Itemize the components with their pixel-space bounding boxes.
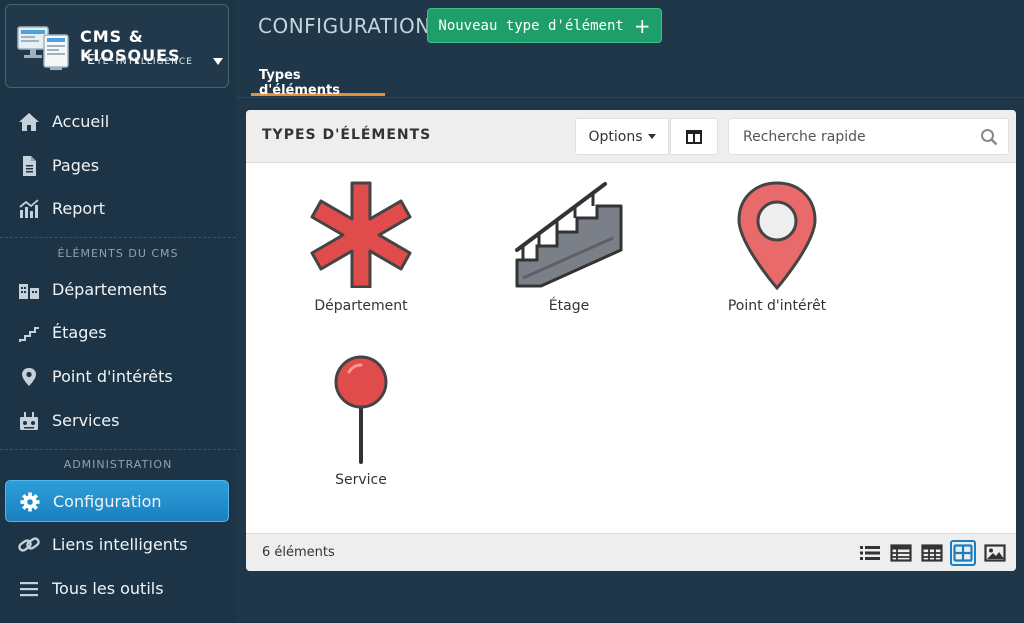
tile-label: Étage [548, 298, 590, 314]
options-label: Options [588, 128, 643, 145]
sidebar-item-etages[interactable]: Étages [5, 312, 229, 354]
new-element-type-label: Nouveau type d'élément [438, 17, 624, 34]
view-gallery-button[interactable] [982, 540, 1008, 566]
tile-point-interet[interactable]: Point d'intérêt [702, 180, 852, 330]
sidebar-item-label: Départements [52, 280, 167, 299]
panel-footer: 6 éléments [246, 533, 1016, 571]
caret-down-icon [213, 58, 223, 65]
view-list-button[interactable] [857, 540, 883, 566]
sidebar-item-label: Pages [52, 156, 100, 175]
brand-subtitle: Eye-Intelligence [87, 53, 193, 68]
brand-switcher[interactable]: CMS & KIOSQUES Eye-Intelligence [5, 4, 229, 88]
gear-icon [20, 492, 40, 512]
plus-icon: + [633, 13, 651, 38]
sidebar: CMS & KIOSQUES Eye-Intelligence Accueil … [0, 0, 236, 623]
sidebar-item-label: Accueil [52, 112, 110, 131]
sidebar-item-label: Report [52, 199, 106, 218]
sidebar-section-admin: ADMINISTRATION [63, 458, 173, 471]
sidebar-divider [0, 237, 236, 238]
stairs-icon [19, 327, 39, 342]
sidebar-item-report[interactable]: Report [5, 188, 229, 230]
sidebar-item-accueil[interactable]: Accueil [5, 101, 229, 143]
sidebar-item-label: Configuration [53, 492, 162, 511]
sidebar-item-label: Liens intelligents [52, 535, 188, 554]
sidebar-item-departements[interactable]: Départements [5, 269, 229, 311]
medical-star-icon [310, 181, 412, 288]
sidebar-item-tous-outils[interactable]: Tous les outils [5, 568, 229, 610]
view-grid-button[interactable] [919, 540, 945, 566]
tile-service[interactable]: Service [286, 354, 436, 504]
view-detail-button[interactable] [888, 540, 914, 566]
search-icon[interactable] [980, 128, 998, 146]
panel-header: TYPES D'ÉLÉMENTS Options [246, 110, 1016, 163]
grid-view-icon [921, 544, 943, 562]
monitor-kiosk-icon [17, 26, 69, 70]
pushpin-icon [334, 355, 388, 464]
services-icon [20, 412, 38, 430]
staircase-icon [515, 182, 623, 288]
sidebar-item-configuration[interactable]: Configuration [5, 480, 229, 522]
tile-label: Service [335, 472, 387, 488]
list-view-icon [860, 546, 880, 560]
columns-toggle-button[interactable] [670, 118, 718, 155]
search-input[interactable] [729, 119, 969, 154]
tab-types-elements[interactable]: Types d'éléments [251, 62, 385, 98]
element-count: 6 éléments [262, 545, 335, 560]
new-element-type-button[interactable]: Nouveau type d'élément + [427, 8, 662, 43]
panel-title: TYPES D'ÉLÉMENTS [262, 127, 432, 143]
sidebar-item-label: Étages [52, 323, 107, 342]
sidebar-item-label: Tous les outils [52, 579, 164, 598]
map-pin-icon [22, 368, 36, 386]
sidebar-item-points-interet[interactable]: Point d'intérêts [5, 356, 229, 398]
page-title: CONFIGURATION [258, 14, 431, 38]
tile-etage[interactable]: Étage [494, 180, 644, 330]
table-view-icon [890, 544, 912, 562]
location-pin-icon [737, 181, 817, 291]
caret-down-icon [647, 134, 656, 139]
file-icon [23, 156, 36, 176]
tile-label: Point d'intérêt [727, 298, 827, 314]
sidebar-item-pages[interactable]: Pages [5, 145, 229, 187]
sidebar-item-label: Point d'intérêts [52, 367, 173, 386]
tile-departement[interactable]: Département [286, 180, 436, 330]
quick-search [728, 118, 1009, 155]
columns-icon [686, 129, 702, 144]
chart-icon [19, 199, 39, 218]
sidebar-item-label: Services [52, 411, 120, 430]
sidebar-item-services[interactable]: Services [5, 400, 229, 442]
departments-icon [19, 284, 39, 299]
home-icon [19, 113, 39, 131]
view-tiles-button[interactable] [950, 540, 976, 566]
image-view-icon [984, 544, 1006, 562]
tile-label: Département [314, 298, 408, 314]
options-button[interactable]: Options [575, 118, 669, 155]
sidebar-item-liens-intelligents[interactable]: Liens intelligents [5, 524, 229, 566]
tab-divider [236, 97, 1024, 98]
tiles-view-icon [953, 544, 973, 562]
menu-icon [20, 582, 38, 597]
sidebar-divider [0, 449, 236, 450]
link-icon [18, 537, 40, 552]
sidebar-section-cms: ÉLÉMENTS DU CMS [57, 247, 179, 260]
element-types-panel: TYPES D'ÉLÉMENTS Options Département [246, 110, 1016, 571]
